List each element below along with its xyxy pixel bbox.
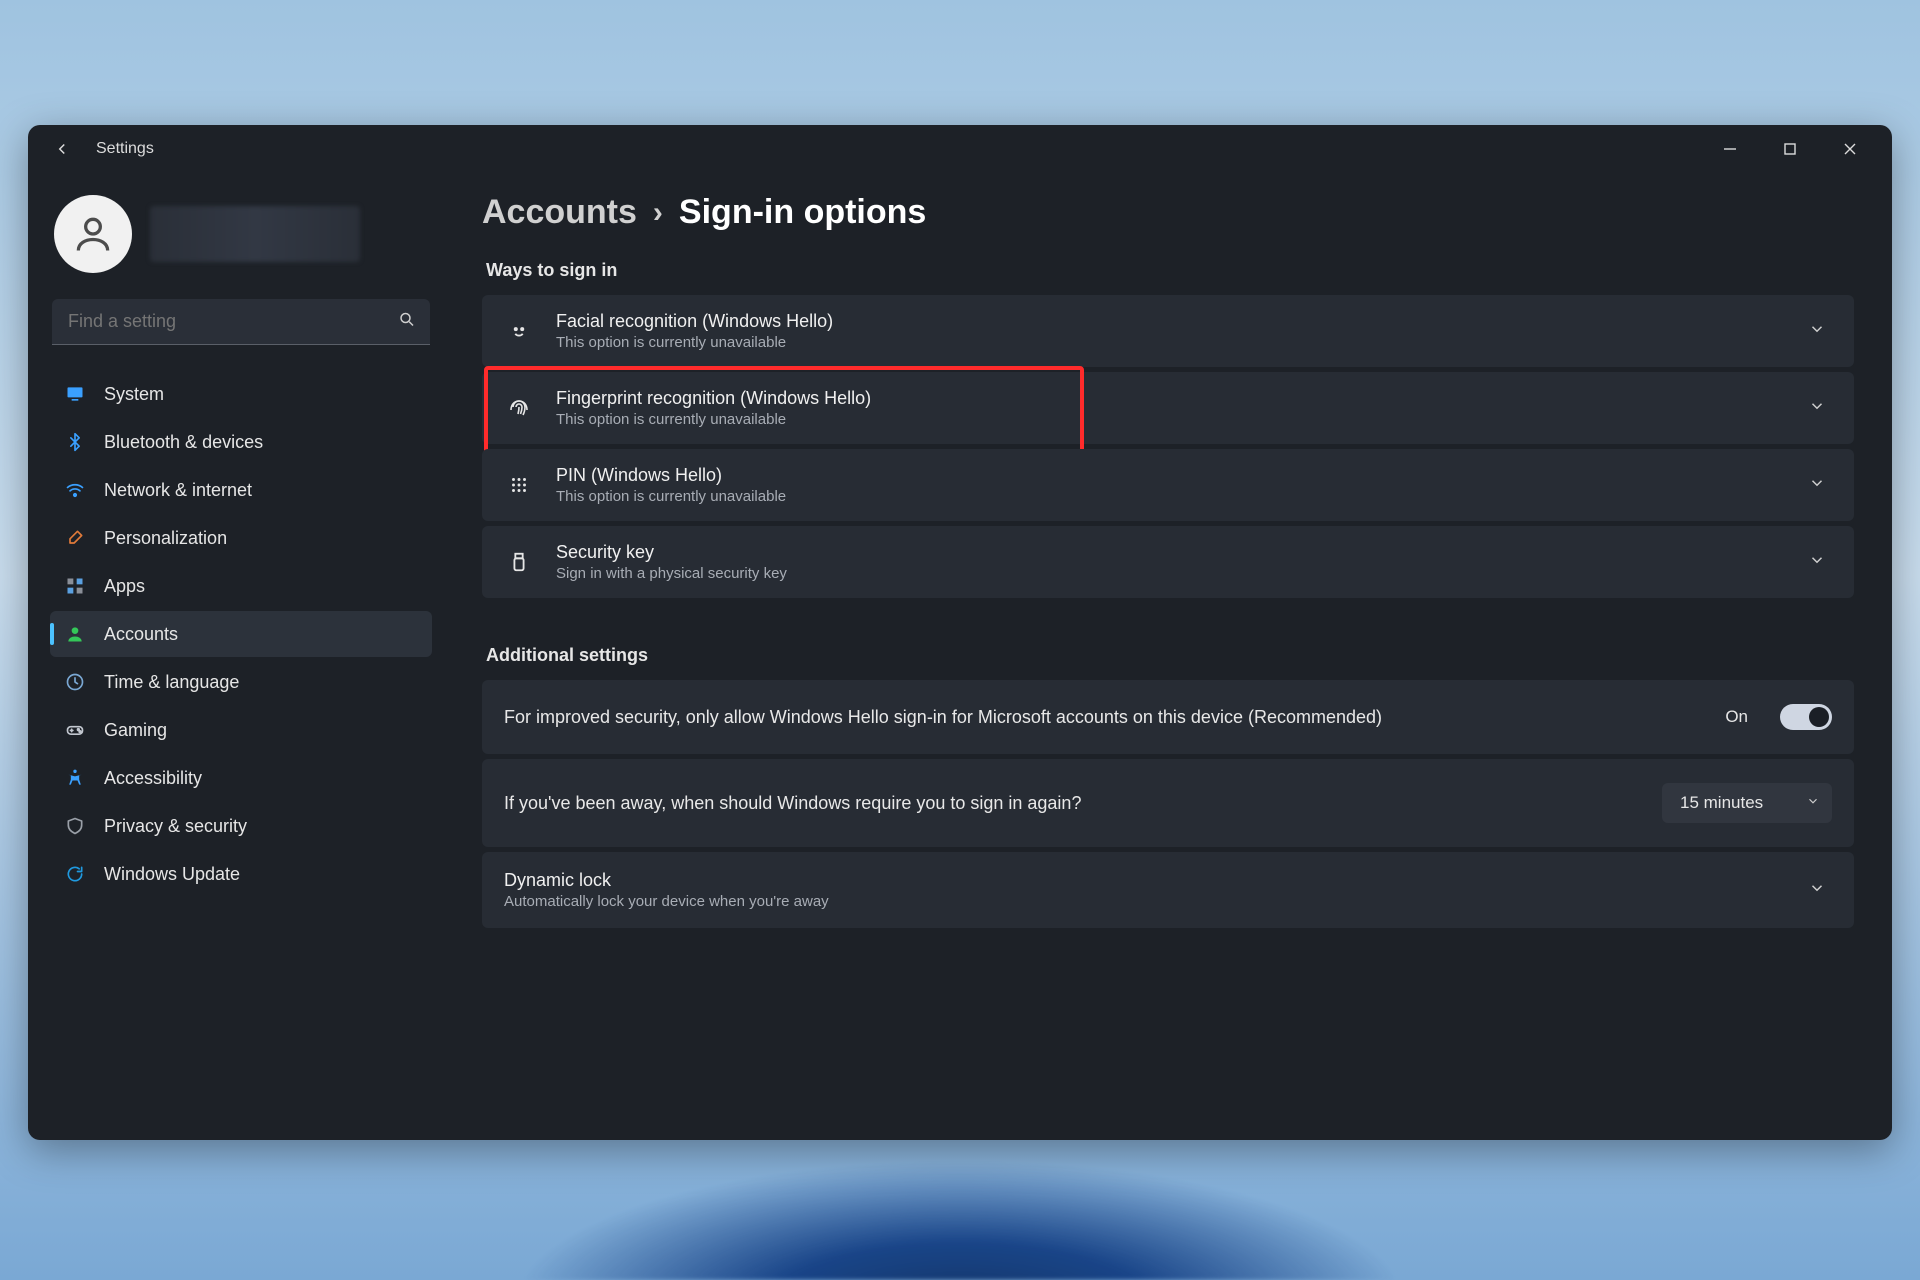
hello-only-toggle-row[interactable]: For improved security, only allow Window… (482, 680, 1854, 754)
signin-option-title: PIN (Windows Hello) (556, 465, 1780, 486)
sidebar: System Bluetooth & devices Network & inter… (28, 173, 448, 1140)
signin-options-list: Facial recognition (Windows Hello) This o… (482, 295, 1854, 598)
reauth-dropdown[interactable]: 15 minutes (1662, 783, 1832, 823)
usbkey-icon (504, 547, 534, 577)
settings-search[interactable] (52, 299, 430, 345)
signin-option-desc: This option is currently unavailable (556, 334, 1780, 351)
signin-option-desc: This option is currently unavailable (556, 488, 1780, 505)
sidebar-item-apps[interactable]: Apps (50, 563, 432, 609)
keypad-icon (504, 470, 534, 500)
face-icon (504, 316, 534, 346)
signin-option-desc: Sign in with a physical security key (556, 565, 1780, 582)
settings-window: Settings (28, 125, 1892, 1140)
breadcrumb: Accounts › Sign-in options (482, 193, 1854, 232)
sidebar-item-label: Bluetooth & devices (104, 432, 263, 453)
sidebar-item-label: Windows Update (104, 864, 240, 885)
chevron-down-icon (1802, 397, 1832, 420)
sidebar-nav: System Bluetooth & devices Network & inter… (50, 371, 432, 897)
sidebar-item-network-internet[interactable]: Network & internet (50, 467, 432, 513)
breadcrumb-current: Sign-in options (679, 193, 926, 232)
signin-option-fingerprint[interactable]: Fingerprint recognition (Windows Hello) T… (482, 372, 1854, 444)
content-area: Accounts › Sign-in options Ways to sign … (448, 173, 1892, 1140)
sidebar-item-personalization[interactable]: Personalization (50, 515, 432, 561)
toggle-state-text: On (1725, 707, 1748, 727)
fingerprint-icon (504, 393, 534, 423)
brush-icon (64, 527, 86, 549)
clock-icon (64, 671, 86, 693)
close-button[interactable] (1820, 128, 1880, 170)
signin-option-desc: This option is currently unavailable (556, 411, 1780, 428)
sidebar-item-label: Accessibility (104, 768, 202, 789)
chevron-down-icon (1802, 879, 1832, 902)
minimize-button[interactable] (1700, 128, 1760, 170)
sidebar-item-label: Accounts (104, 624, 178, 645)
search-input[interactable] (52, 299, 430, 345)
wifi-icon (64, 479, 86, 501)
back-button[interactable] (46, 133, 78, 165)
breadcrumb-parent[interactable]: Accounts (482, 193, 637, 232)
sidebar-item-time-language[interactable]: Time & language (50, 659, 432, 705)
signin-option-keypad[interactable]: PIN (Windows Hello) This option is curren… (482, 449, 1854, 521)
reauth-value: 15 minutes (1680, 793, 1763, 812)
reauth-row: If you've been away, when should Windows… (482, 759, 1854, 847)
shield-icon (64, 815, 86, 837)
ways-to-sign-in-header: Ways to sign in (486, 260, 1854, 281)
sidebar-item-label: Gaming (104, 720, 167, 741)
sidebar-item-label: Time & language (104, 672, 239, 693)
chevron-down-icon (1806, 793, 1820, 813)
sidebar-item-label: Personalization (104, 528, 227, 549)
dynamic-lock-card[interactable]: Dynamic lock Automatically lock your dev… (482, 852, 1854, 928)
profile-header[interactable] (54, 195, 428, 273)
maximize-button[interactable] (1760, 128, 1820, 170)
chevron-down-icon (1802, 551, 1832, 574)
apps-icon (64, 575, 86, 597)
hello-only-toggle[interactable] (1780, 704, 1832, 730)
sidebar-item-windows-update[interactable]: Windows Update (50, 851, 432, 897)
hello-only-label: For improved security, only allow Window… (504, 707, 1707, 728)
chevron-down-icon (1802, 474, 1832, 497)
additional-settings-header: Additional settings (486, 645, 1854, 666)
sidebar-item-accounts[interactable]: Accounts (50, 611, 432, 657)
sidebar-item-label: Privacy & security (104, 816, 247, 837)
sidebar-item-system[interactable]: System (50, 371, 432, 417)
sidebar-item-label: Network & internet (104, 480, 252, 501)
sidebar-item-privacy-security[interactable]: Privacy & security (50, 803, 432, 849)
bluetooth-icon (64, 431, 86, 453)
monitor-icon (64, 383, 86, 405)
search-icon (398, 311, 416, 334)
reauth-label: If you've been away, when should Windows… (504, 793, 1644, 814)
profile-name-redacted (150, 206, 360, 262)
avatar (54, 195, 132, 273)
titlebar: Settings (28, 125, 1892, 173)
update-icon (64, 863, 86, 885)
signin-option-title: Security key (556, 542, 1780, 563)
wallpaper-decor (510, 1160, 1410, 1280)
accessibility-icon (64, 767, 86, 789)
sidebar-item-label: Apps (104, 576, 145, 597)
signin-option-title: Fingerprint recognition (Windows Hello) (556, 388, 1780, 409)
dynamic-lock-title: Dynamic lock (504, 870, 1780, 891)
chevron-right-icon: › (653, 196, 663, 230)
chevron-down-icon (1802, 320, 1832, 343)
dynamic-lock-desc: Automatically lock your device when you'… (504, 893, 1780, 910)
signin-option-usbkey[interactable]: Security key Sign in with a physical secu… (482, 526, 1854, 598)
signin-option-face[interactable]: Facial recognition (Windows Hello) This o… (482, 295, 1854, 367)
sidebar-item-bluetooth-devices[interactable]: Bluetooth & devices (50, 419, 432, 465)
signin-option-title: Facial recognition (Windows Hello) (556, 311, 1780, 332)
window-title: Settings (96, 140, 154, 158)
sidebar-item-label: System (104, 384, 164, 405)
sidebar-item-accessibility[interactable]: Accessibility (50, 755, 432, 801)
person-icon (64, 623, 86, 645)
sidebar-item-gaming[interactable]: Gaming (50, 707, 432, 753)
gamepad-icon (64, 719, 86, 741)
